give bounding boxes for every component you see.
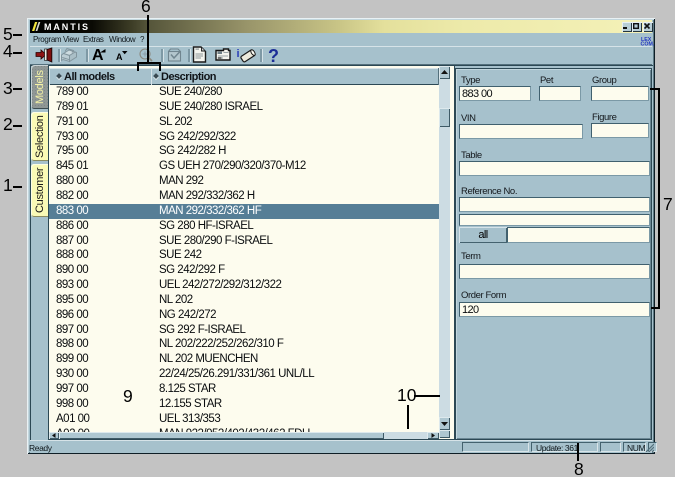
svg-text:i: i (237, 48, 240, 60)
